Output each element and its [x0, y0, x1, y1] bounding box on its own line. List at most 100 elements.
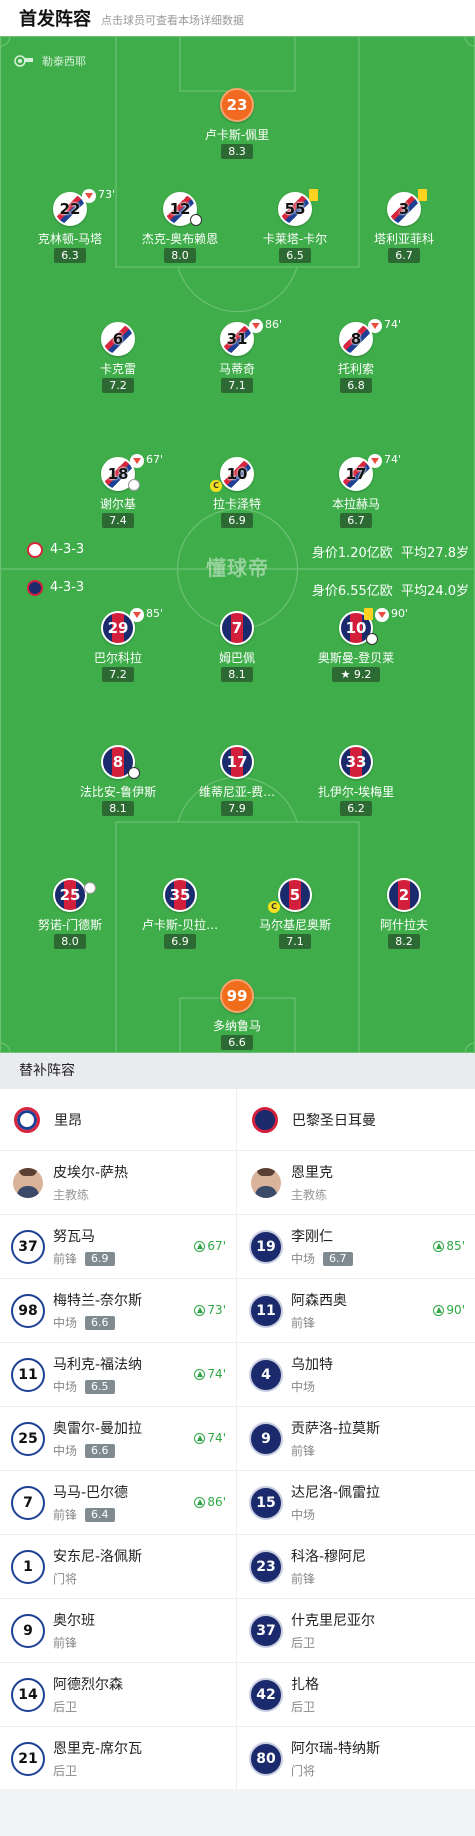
player-lyon-lw[interactable]: 18 67' 谢尔基 7.4 — [58, 453, 178, 537]
sub-player-rating: 6.5 — [85, 1379, 115, 1394]
player-lyon-cb1[interactable]: 12 杰克-奥布赖恩 8.0 — [120, 192, 240, 272]
captain-icon: C — [210, 480, 222, 492]
player-lyon-cm3[interactable]: 8 74' 托利索 6.8 — [296, 318, 416, 402]
sub-player-position: 前锋 — [291, 1444, 316, 1458]
jersey-icon: 80 — [249, 1741, 283, 1776]
player-lyon-gk[interactable]: 23 卢卡斯-佩里 8.3 — [177, 88, 297, 168]
sub-player-row[interactable]: 37 努瓦马 前锋 6.9 67' — [0, 1215, 236, 1279]
sub-player-position: 后卫 — [291, 1700, 316, 1714]
player-rating: 6.2 — [340, 801, 372, 816]
player-name: 努诺-门德斯 — [37, 918, 103, 932]
home-subs-column: 里昂 皮埃尔-萨热 主教练 37 努瓦马 前锋 6.9 67' 98 梅特兰-奈尔斯 中场 6.6… — [0, 1089, 237, 1791]
player-number: 10 — [345, 619, 367, 637]
referee-name: 勒泰西耶 — [42, 55, 86, 68]
jersey-icon: 23 — [249, 1549, 283, 1584]
sub-in-minute: 74' — [207, 1367, 226, 1381]
player-psg-cm3[interactable]: 33 扎伊尔-埃梅里 6.2 — [296, 745, 416, 825]
sub-player-rating: 6.7 — [323, 1251, 353, 1266]
sub-player-row[interactable]: 80 阿尔瑞-特纳斯 门将 — [238, 1727, 475, 1791]
coach-role: 主教练 — [53, 1188, 90, 1202]
jersey-icon: 11 — [249, 1293, 283, 1328]
away-subs-list: 19 李刚仁 中场 6.7 85' 11 阿森西奥 前锋 90' 4 乌加特 中场 9 贡萨洛-拉莫斯 前锋… — [238, 1215, 475, 1791]
player-rating: 9.2 — [353, 668, 372, 681]
jersey-icon: 9 — [249, 1421, 283, 1456]
sub-player-row[interactable]: 42 扎格 后卫 — [238, 1663, 475, 1727]
assist-icon — [84, 882, 96, 894]
player-lyon-lb[interactable]: 22 73' 克林顿-马塔 6.3 — [10, 188, 130, 272]
sub-player-name: 李刚仁 — [291, 1229, 333, 1245]
away-team-header[interactable]: 巴黎圣日耳曼 — [238, 1089, 475, 1151]
player-psg-st[interactable]: 7 姆巴佩 8.1 — [177, 611, 297, 691]
sub-player-row[interactable]: 11 马利克-福法纳 中场 6.5 74' — [0, 1343, 236, 1407]
player-psg-lb[interactable]: 25 努诺-门德斯 8.0 — [10, 878, 130, 958]
sub-player-position: 前锋 — [53, 1636, 78, 1650]
sub-in-time: 73' — [194, 1303, 226, 1317]
player-lyon-cm2[interactable]: 31 86' 马蒂奇 7.1 — [177, 318, 297, 402]
sub-player-position: 门将 — [291, 1764, 316, 1778]
player-name: 维蒂尼亚-费… — [198, 785, 276, 799]
player-name: 阿什拉夫 — [379, 918, 428, 932]
sub-player-name: 科洛-穆阿尼 — [291, 1549, 367, 1565]
sub-player-name: 梅特兰-奈尔斯 — [53, 1293, 143, 1309]
sub-player-row[interactable]: 37 什克里尼亚尔 后卫 — [238, 1599, 475, 1663]
player-lyon-cm1[interactable]: 6 卡克雷 7.2 — [58, 322, 178, 402]
player-psg-lw[interactable]: 29 85' 巴尔科拉 7.2 — [58, 607, 178, 691]
sub-player-row[interactable]: 25 奥雷尔-曼加拉 中场 6.6 74' — [0, 1407, 236, 1471]
player-name: 法比安-鲁伊斯 — [79, 785, 157, 799]
jersey-icon: 98 — [11, 1293, 45, 1328]
sub-player-row[interactable]: 9 奥尔班 前锋 — [0, 1599, 236, 1663]
lyon-value: 身价1.20亿欧 平均27.8岁 — [312, 542, 469, 561]
sub-in-icon — [433, 1304, 445, 1316]
away-coach[interactable]: 恩里克 主教练 — [238, 1151, 475, 1215]
sub-player-row[interactable]: 21 恩里克-席尔瓦 后卫 — [0, 1727, 236, 1791]
player-psg-gk[interactable]: 99 多纳鲁马 6.6 — [177, 979, 297, 1053]
player-psg-cm2[interactable]: 17 维蒂尼亚-费… 7.9 — [177, 745, 297, 825]
sub-minute: 90' — [391, 607, 409, 620]
jersey-icon: 99 — [220, 979, 254, 1013]
player-psg-cb2[interactable]: 5 C 马尔基尼奥斯 7.1 — [235, 878, 355, 958]
sub-player-row[interactable]: 14 阿德烈尔森 后卫 — [0, 1663, 236, 1727]
player-number: 33 — [345, 753, 367, 771]
player-name: 卢卡斯-佩里 — [204, 128, 270, 142]
home-coach[interactable]: 皮埃尔-萨热 主教练 — [0, 1151, 236, 1215]
sub-in-icon — [194, 1496, 206, 1508]
sub-minute: 85' — [146, 607, 164, 620]
player-psg-rb[interactable]: 2 阿什拉夫 8.2 — [344, 878, 464, 958]
page-title: 首发阵容 — [19, 9, 91, 30]
sub-player-row[interactable]: 19 李刚仁 中场 6.7 85' — [238, 1215, 475, 1279]
sub-player-row[interactable]: 23 科洛-穆阿尼 前锋 — [238, 1535, 475, 1599]
player-lyon-rw[interactable]: 17 74' 本拉赫马 6.7 — [296, 453, 416, 537]
player-lyon-cb2[interactable]: 55 卡莱塔-卡尔 6.5 — [235, 189, 355, 272]
assist-icon — [128, 479, 140, 491]
player-lyon-rb[interactable]: 3 塔利亚菲科 6.7 — [344, 189, 464, 272]
sub-player-row[interactable]: 98 梅特兰-奈尔斯 中场 6.6 73' — [0, 1279, 236, 1343]
sub-player-row[interactable]: 1 安东尼-洛佩斯 门将 — [0, 1535, 236, 1599]
player-number: 55 — [284, 200, 306, 218]
sub-player-position: 中场 — [53, 1380, 78, 1394]
jersey-icon: 17 — [220, 745, 254, 779]
home-team-header[interactable]: 里昂 — [0, 1089, 236, 1151]
sub-player-rating: 6.9 — [85, 1251, 115, 1266]
sub-player-name: 奥尔班 — [53, 1613, 95, 1629]
jersey-icon: 23 — [220, 88, 254, 122]
sub-player-row[interactable]: 7 马马-巴尔德 前锋 6.4 86' — [0, 1471, 236, 1535]
sub-player-position: 中场 — [291, 1380, 316, 1394]
player-number: 6 — [112, 330, 124, 348]
player-number: 17 — [345, 465, 367, 483]
player-psg-cm1[interactable]: 8 法比安-鲁伊斯 8.1 — [58, 745, 178, 825]
yellow-card-icon — [309, 189, 318, 201]
sub-player-row[interactable]: 11 阿森西奥 前锋 90' — [238, 1279, 475, 1343]
player-rating: 6.3 — [54, 248, 86, 263]
player-psg-cb1[interactable]: 35 卢卡斯-贝拉… 6.9 — [120, 878, 240, 958]
player-psg-rw[interactable]: 10 90' 奥斯曼-登贝莱 ★ 9.2 — [296, 607, 416, 691]
sub-player-name: 马马-巴尔德 — [53, 1485, 129, 1501]
player-lyon-st[interactable]: 10 C 拉卡泽特 6.9 — [177, 457, 297, 537]
player-rating: 8.1 — [221, 667, 253, 682]
sub-player-row[interactable]: 4 乌加特 中场 — [238, 1343, 475, 1407]
sub-player-row[interactable]: 9 贡萨洛-拉莫斯 前锋 — [238, 1407, 475, 1471]
coach-name: 皮埃尔-萨热 — [53, 1165, 129, 1181]
sub-player-row[interactable]: 15 达尼洛-佩雷拉 中场 — [238, 1471, 475, 1535]
jersey-icon: 15 — [249, 1485, 283, 1520]
sub-player-name: 达尼洛-佩雷拉 — [291, 1485, 381, 1501]
jersey-icon: 7 — [220, 611, 254, 645]
